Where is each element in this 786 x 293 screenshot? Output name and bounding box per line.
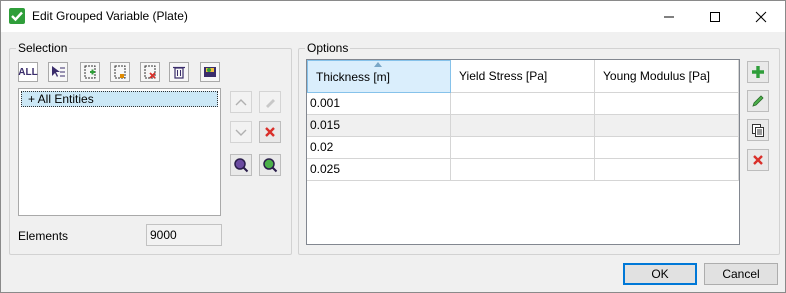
magnifier-green-icon bbox=[263, 158, 278, 173]
delete-option-button[interactable] bbox=[747, 149, 769, 171]
grid-cell[interactable] bbox=[595, 115, 739, 137]
remove-from-selection-button[interactable] bbox=[140, 62, 160, 82]
copy-icon bbox=[752, 124, 764, 137]
window-title: Edit Grouped Variable (Plate) bbox=[32, 9, 188, 23]
column-header-label: Yield Stress [Pa] bbox=[459, 69, 548, 83]
move-up-button[interactable] bbox=[230, 91, 252, 113]
trash-icon bbox=[173, 66, 185, 79]
cancel-button[interactable]: Cancel bbox=[704, 263, 778, 285]
grid-cell[interactable]: 0.015 bbox=[307, 115, 451, 137]
edit-option-button[interactable] bbox=[747, 90, 769, 112]
save-selection-button[interactable] bbox=[200, 62, 220, 82]
add-selection-icon bbox=[84, 65, 96, 79]
chevron-up-icon bbox=[235, 99, 247, 106]
magnifier-purple-icon bbox=[234, 158, 249, 173]
close-window-button[interactable] bbox=[738, 1, 784, 32]
add-to-selection-button[interactable] bbox=[80, 62, 100, 82]
box-select-icon bbox=[114, 65, 126, 79]
elements-label: Elements bbox=[18, 229, 69, 243]
box-select-button[interactable] bbox=[110, 62, 130, 82]
grid-cell[interactable] bbox=[451, 159, 595, 181]
remove-selection-icon bbox=[144, 65, 156, 79]
select-all-button[interactable]: ALL bbox=[18, 62, 38, 82]
edit-entity-button[interactable] bbox=[259, 91, 281, 113]
grid-cell[interactable] bbox=[595, 137, 739, 159]
red-x-icon bbox=[265, 127, 275, 137]
column-header-yield-stress[interactable]: Yield Stress [Pa] bbox=[451, 60, 595, 93]
save-selection-icon bbox=[204, 67, 216, 77]
grid-cell[interactable]: 0.02 bbox=[307, 137, 451, 159]
pencil-icon bbox=[266, 99, 275, 108]
zoom-all-button[interactable] bbox=[259, 154, 281, 176]
selection-group-label: Selection bbox=[16, 41, 70, 55]
list-item[interactable]: + All Entities bbox=[21, 91, 218, 107]
copy-option-button[interactable] bbox=[747, 119, 769, 141]
grid-cell[interactable]: 0.001 bbox=[307, 93, 451, 115]
options-group-label: Options bbox=[305, 41, 351, 55]
minimize-button[interactable] bbox=[646, 1, 692, 32]
column-header-label: Thickness [m] bbox=[316, 70, 391, 84]
select-list-button[interactable] bbox=[48, 62, 68, 82]
chevron-down-icon bbox=[235, 129, 247, 136]
column-header-label: Young Modulus [Pa] bbox=[603, 69, 710, 83]
maximize-icon bbox=[710, 11, 720, 22]
title-bar: Edit Grouped Variable (Plate) bbox=[1, 1, 785, 32]
add-option-button[interactable] bbox=[747, 61, 769, 83]
grid-cell[interactable]: 0.025 bbox=[307, 159, 451, 181]
red-x-icon bbox=[753, 155, 763, 165]
checkmark-app-icon bbox=[9, 8, 25, 24]
elements-count-field: 9000 bbox=[146, 224, 222, 246]
options-grid: Thickness [m] Yield Stress [Pa] Young Mo… bbox=[306, 59, 740, 245]
cursor-list-icon bbox=[52, 66, 65, 77]
select-all-label: ALL bbox=[18, 66, 38, 78]
selection-list[interactable]: + All Entities bbox=[18, 88, 221, 216]
dialog-window: Edit Grouped Variable (Plate) Selection … bbox=[0, 0, 786, 293]
plus-icon bbox=[752, 66, 764, 78]
zoom-selection-button[interactable] bbox=[230, 154, 252, 176]
move-down-button[interactable] bbox=[230, 121, 252, 143]
column-header-thickness[interactable]: Thickness [m] bbox=[307, 60, 451, 93]
sort-ascending-icon bbox=[374, 62, 382, 67]
grid-cell[interactable] bbox=[595, 93, 739, 115]
remove-entity-button[interactable] bbox=[259, 121, 281, 143]
grid-cell[interactable] bbox=[451, 115, 595, 137]
grid-cell[interactable] bbox=[595, 159, 739, 181]
column-header-young-modulus[interactable]: Young Modulus [Pa] bbox=[595, 60, 739, 93]
maximize-button[interactable] bbox=[692, 1, 738, 32]
close-icon bbox=[755, 11, 767, 22]
pencil-icon bbox=[752, 95, 764, 107]
minimize-icon bbox=[664, 16, 674, 17]
grid-cell[interactable] bbox=[451, 93, 595, 115]
clear-selection-button[interactable] bbox=[169, 62, 189, 82]
ok-button[interactable]: OK bbox=[623, 263, 697, 285]
grid-cell[interactable] bbox=[451, 137, 595, 159]
